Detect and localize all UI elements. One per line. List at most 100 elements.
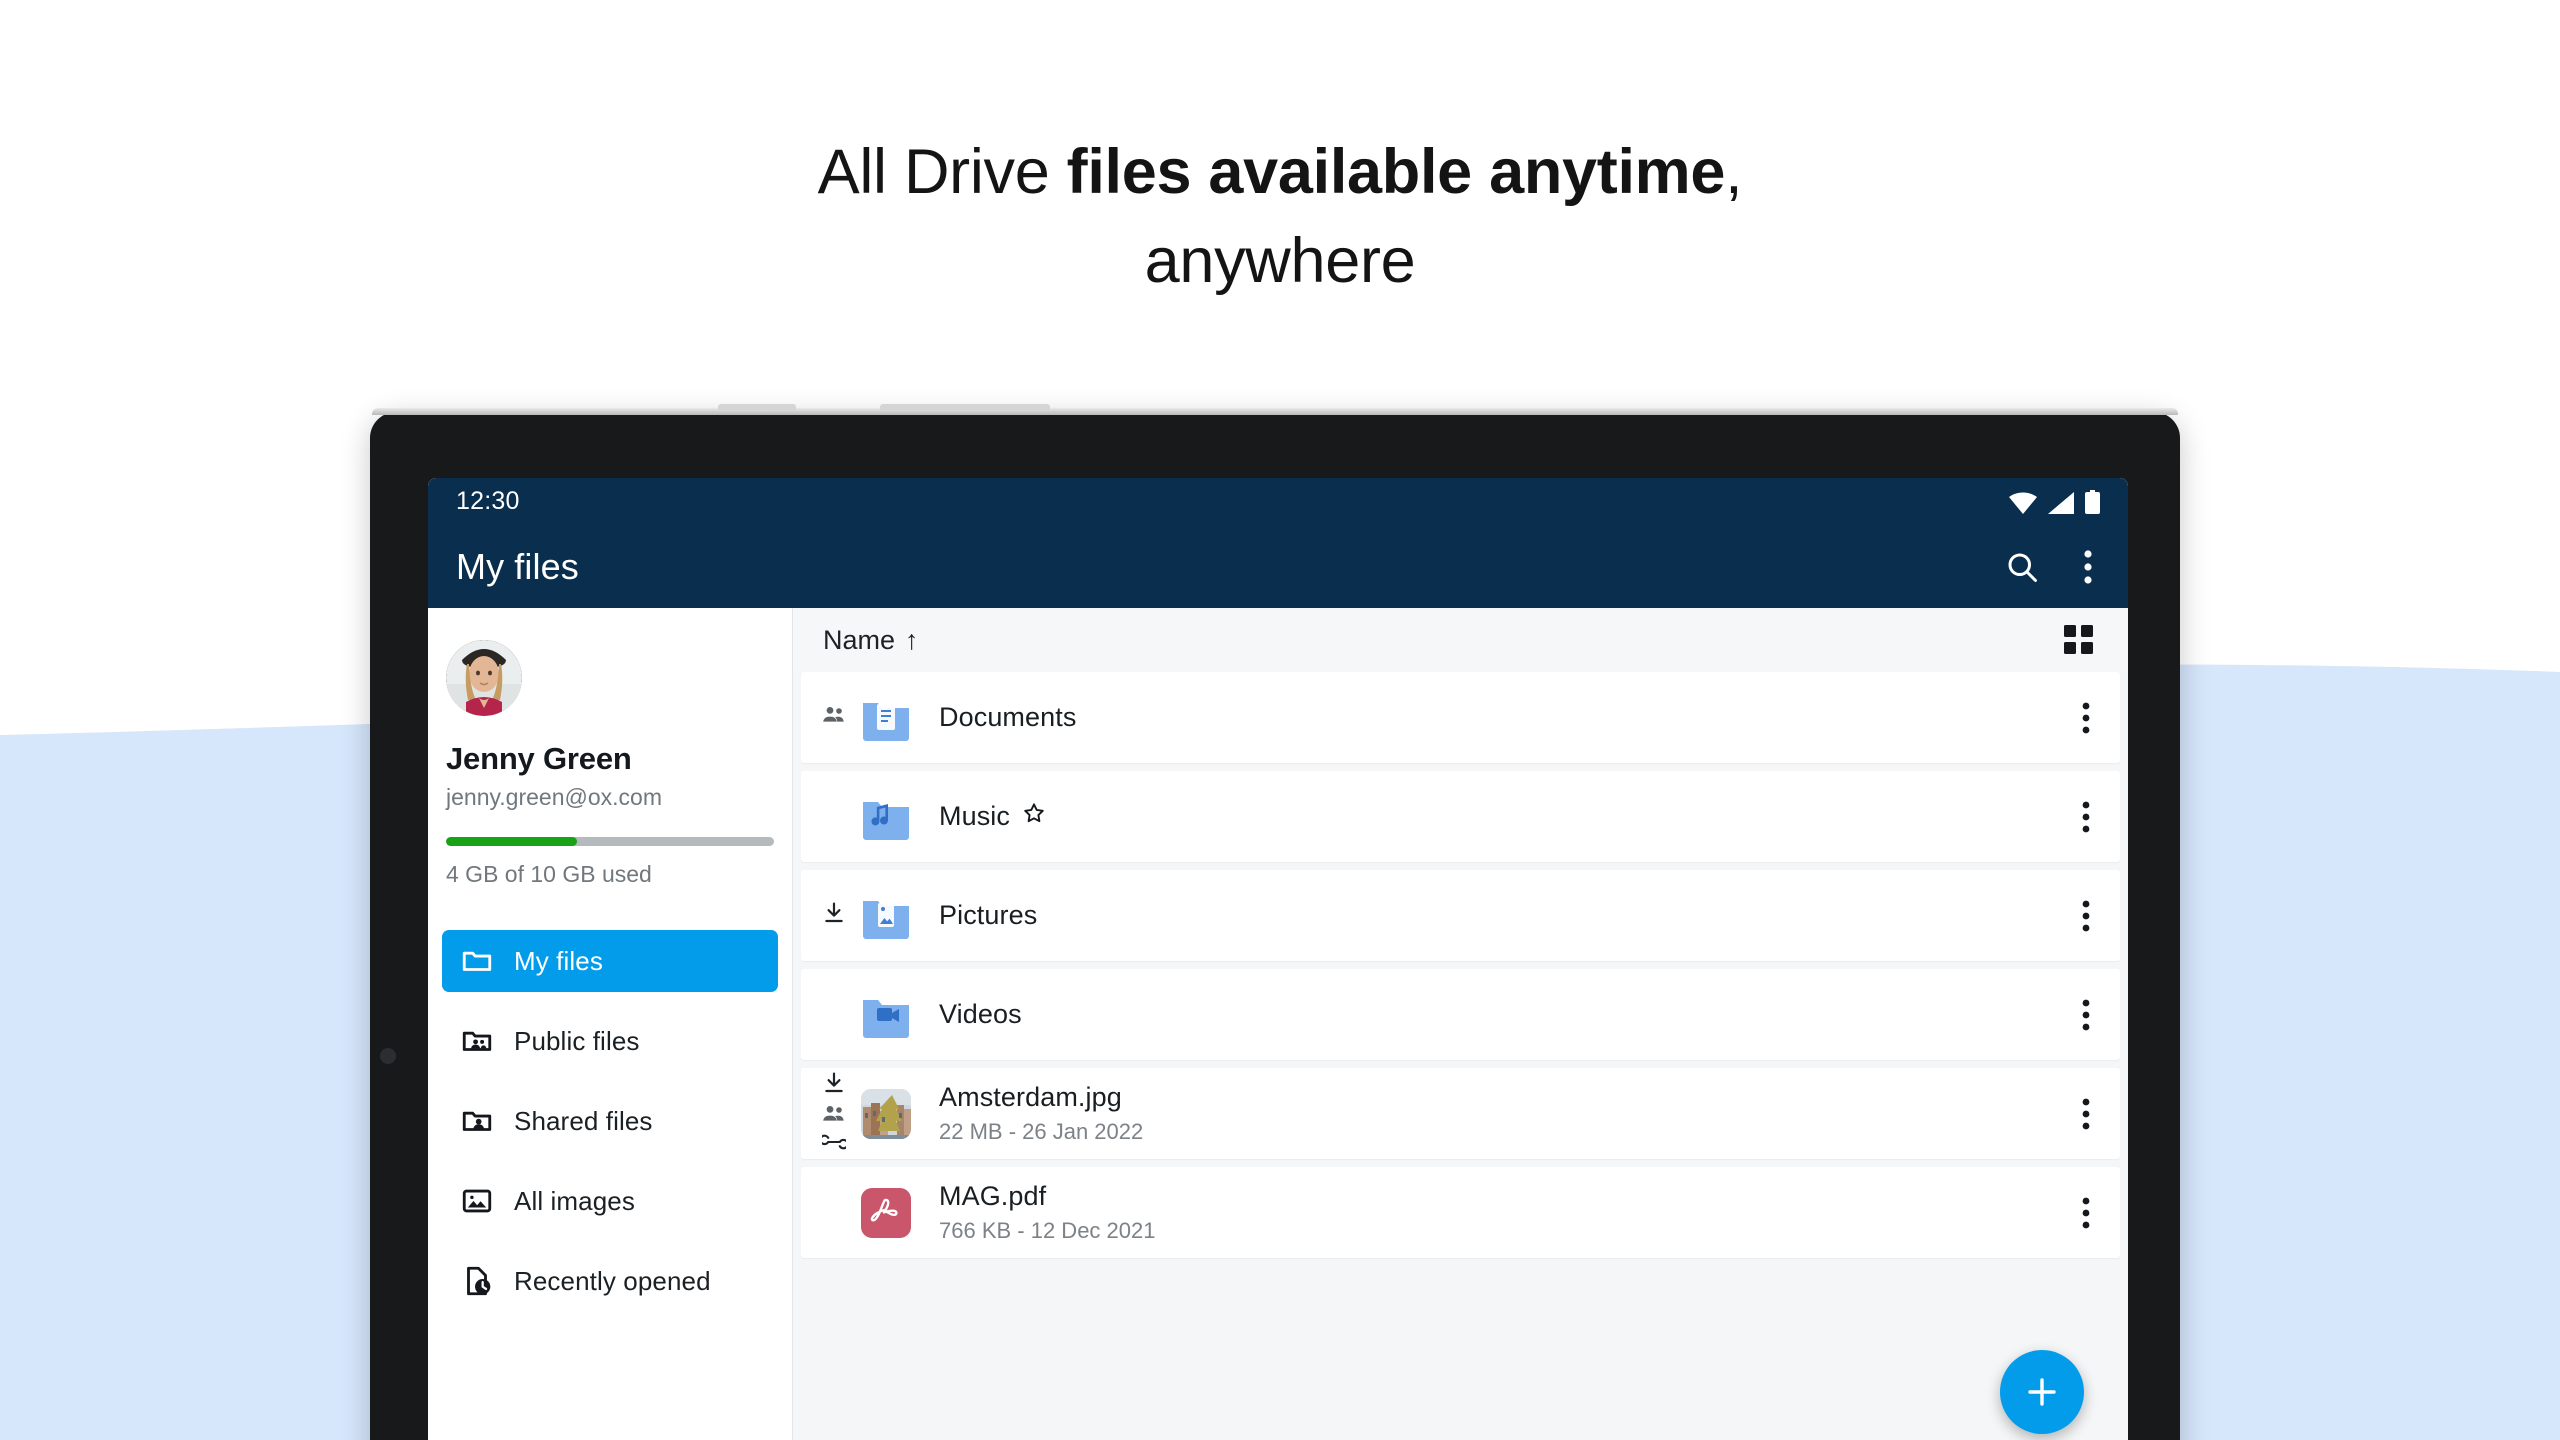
row-overflow-menu-icon[interactable] — [2062, 1098, 2090, 1130]
file-name: Videos — [939, 999, 1022, 1029]
tablet-side-nub — [380, 1048, 396, 1064]
sidebar-item-label: Public files — [514, 1025, 640, 1056]
overflow-menu-icon[interactable] — [2084, 549, 2092, 584]
sort-by-name-button[interactable]: Name ↑ — [823, 625, 919, 656]
folder-document-icon — [859, 691, 913, 745]
profile-name: Jenny Green — [446, 741, 632, 776]
image-thumbnail — [859, 1087, 913, 1141]
sidebar-item-my-files[interactable]: My files — [442, 930, 778, 992]
file-rows: Documents Music Pictures Videos Amsterdam.jp… — [793, 672, 2128, 1440]
tablet-button-power[interactable] — [880, 404, 1050, 410]
row-overflow-menu-icon[interactable] — [2062, 1197, 2090, 1229]
search-icon[interactable] — [2004, 549, 2040, 585]
folder-video-icon — [859, 988, 913, 1042]
page-headline: All Drive files available anytime, anywh… — [0, 128, 2560, 307]
app-bar: My files — [428, 525, 2128, 608]
wifi-icon — [2009, 492, 2037, 514]
sidebar-item-label: Recently opened — [514, 1265, 711, 1296]
favorite-star-icon[interactable] — [1022, 801, 1046, 832]
file-meta-block: Documents — [939, 702, 1076, 733]
status-clock: 12:30 — [456, 487, 520, 515]
table-row[interactable]: Music — [801, 771, 2120, 862]
folder-shared-icon — [460, 1104, 500, 1138]
file-name: Documents — [939, 702, 1077, 732]
file-name-row: Amsterdam.jpg — [939, 1082, 1143, 1113]
file-name: MAG.pdf — [939, 1181, 1047, 1211]
file-name-row: Videos — [939, 999, 1022, 1030]
battery-icon — [2085, 489, 2100, 514]
row-overflow-menu-icon[interactable] — [2062, 900, 2090, 932]
storage-quota-fill — [446, 837, 578, 846]
shared-people-icon — [822, 1104, 846, 1129]
row-badges — [811, 902, 857, 929]
profile-email: jenny.green@ox.com — [446, 784, 662, 810]
file-name: Pictures — [939, 900, 1038, 930]
sort-ascending-icon: ↑ — [905, 624, 919, 655]
file-list-header: Name ↑ — [793, 608, 2128, 672]
link-icon — [819, 1134, 849, 1155]
row-badges — [811, 1072, 857, 1155]
row-overflow-menu-icon[interactable] — [2062, 801, 2090, 833]
table-row[interactable]: Documents — [801, 672, 2120, 763]
sidebar-item-shared-files[interactable]: Shared files — [442, 1090, 778, 1152]
status-bar: 12:30 — [428, 478, 2128, 525]
avatar[interactable] — [446, 640, 522, 716]
row-overflow-menu-icon[interactable] — [2062, 702, 2090, 734]
sidebar-nav: My files Public files Shared files All imag… — [428, 930, 792, 1312]
status-icons — [2009, 489, 2100, 514]
grid-view-icon[interactable] — [2064, 625, 2094, 655]
offline-download-icon — [823, 902, 845, 929]
tablet-top-edge — [372, 408, 2178, 415]
file-name-row: MAG.pdf — [939, 1181, 1155, 1212]
sidebar: Jenny Green jenny.green@ox.com 4 GB of 1… — [428, 608, 793, 1440]
headline-line-2: anywhere — [1144, 226, 1416, 297]
signal-icon — [2048, 491, 2074, 514]
file-meta-block: MAG.pdf 766 KB - 12 Dec 2021 — [939, 1181, 1155, 1244]
page-root: All Drive files available anytime, anywh… — [0, 0, 2560, 1440]
row-overflow-menu-icon[interactable] — [2062, 999, 2090, 1031]
folder-icon — [460, 944, 500, 978]
file-list-panel: Name ↑ Documents Music Pictures Videos Amste… — [793, 608, 2128, 1440]
table-row[interactable]: MAG.pdf 766 KB - 12 Dec 2021 — [801, 1167, 2120, 1258]
app-bar-title: My files — [456, 545, 579, 587]
headline-regular-1: All Drive — [817, 137, 1067, 207]
app-body: Jenny Green jenny.green@ox.com 4 GB of 1… — [428, 608, 2128, 1440]
file-meta: 22 MB - 26 Jan 2022 — [939, 1119, 1144, 1144]
folder-image-icon — [859, 889, 913, 943]
table-row[interactable]: Videos — [801, 969, 2120, 1060]
tablet-screen: 12:30 My files Jenny Green jenny.green@o… — [428, 478, 2128, 1440]
file-meta-block: Videos — [939, 999, 1022, 1030]
headline-bold: files available anytime — [1066, 137, 1726, 207]
sidebar-item-label: My files — [514, 945, 603, 976]
recent-file-icon — [460, 1264, 500, 1298]
sidebar-item-public-files[interactable]: Public files — [442, 1010, 778, 1072]
sidebar-item-label: All images — [514, 1185, 635, 1216]
table-row[interactable]: Pictures — [801, 870, 2120, 961]
app-bar-actions — [2004, 549, 2100, 585]
headline-regular-2: , — [1725, 137, 1743, 207]
file-meta: 766 KB - 12 Dec 2021 — [939, 1218, 1156, 1243]
storage-quota-label: 4 GB of 10 GB used — [446, 861, 652, 887]
file-meta-block: Amsterdam.jpg 22 MB - 26 Jan 2022 — [939, 1082, 1143, 1145]
file-name-row: Music — [939, 801, 1046, 832]
file-name-row: Pictures — [939, 900, 1037, 931]
pdf-file-icon — [859, 1186, 913, 1240]
file-name: Music — [939, 801, 1011, 831]
offline-download-icon — [823, 1072, 845, 1099]
sidebar-item-all-images[interactable]: All images — [442, 1170, 778, 1232]
storage-quota-bar — [446, 837, 774, 846]
row-badges — [811, 705, 857, 730]
sidebar-item-recently-opened[interactable]: Recently opened — [442, 1250, 778, 1312]
shared-people-icon — [822, 705, 846, 730]
tablet-button-volume[interactable] — [718, 404, 796, 410]
image-icon — [460, 1184, 500, 1218]
file-name-row: Documents — [939, 702, 1076, 733]
table-row[interactable]: Amsterdam.jpg 22 MB - 26 Jan 2022 — [801, 1068, 2120, 1159]
sort-label-text: Name — [823, 624, 896, 655]
add-button[interactable] — [2000, 1350, 2084, 1434]
folder-public-icon — [460, 1024, 500, 1058]
file-meta-block: Pictures — [939, 900, 1037, 931]
headline-line-1: All Drive files available anytime, — [818, 137, 1743, 207]
folder-music-icon — [859, 790, 913, 844]
sidebar-item-label: Shared files — [514, 1105, 653, 1136]
